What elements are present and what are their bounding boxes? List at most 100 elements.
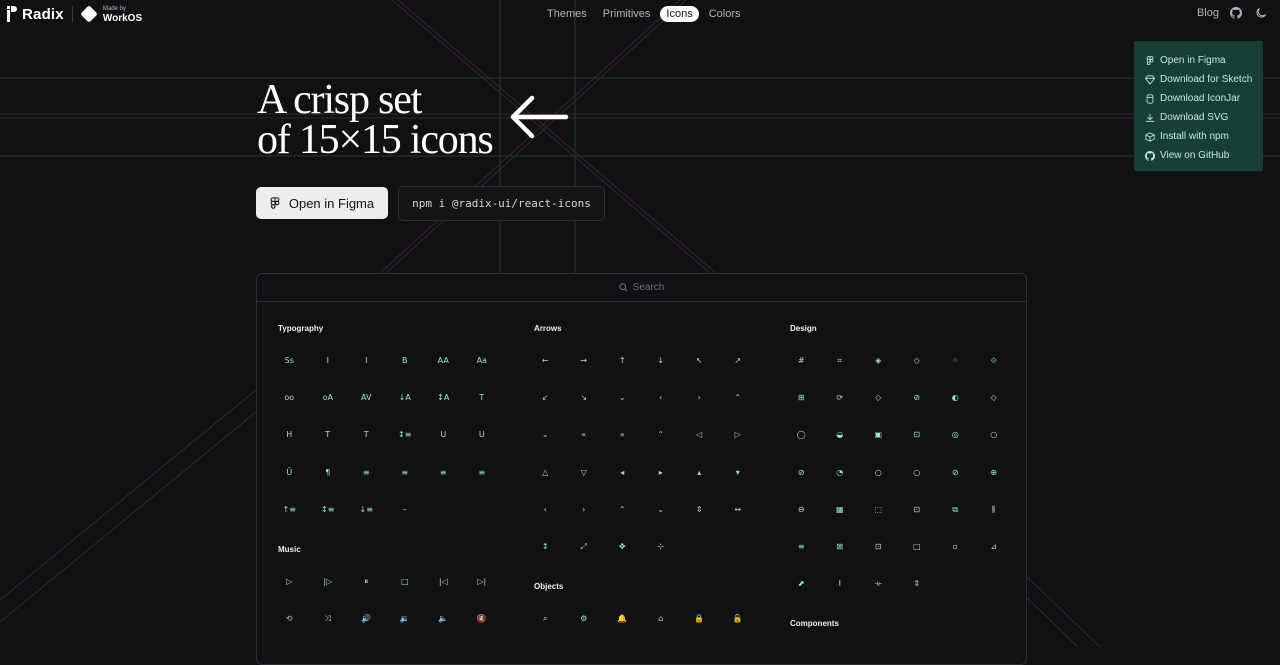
design-icon-button[interactable]: ○ [975,417,1014,454]
arrows-icon-button[interactable]: ‹ [526,491,565,528]
design-icon-button[interactable]: ◇ [859,379,898,416]
typography-icon-button[interactable]: ↕≡ [386,417,425,454]
arrows-icon-button[interactable]: ⌃ [719,379,758,416]
design-icon-button[interactable]: ⊕ [975,454,1014,491]
arrows-icon-button[interactable]: ▴ [680,454,719,491]
design-icon-button[interactable]: ⬈ [782,566,821,603]
arrows-icon-button[interactable]: ↔ [719,491,758,528]
design-icon-button[interactable]: # [782,342,821,379]
typography-icon-button[interactable]: B [386,342,425,379]
typography-icon-button[interactable]: H [270,417,309,454]
design-icon-button[interactable]: ⊡ [898,491,937,528]
arrows-icon-button[interactable]: ↑ [603,342,642,379]
arrows-icon-button[interactable]: △ [526,454,565,491]
design-icon-button[interactable]: ▦ [821,491,860,528]
design-icon-button[interactable]: ⊠ [821,528,860,565]
arrows-icon-button[interactable]: ⌄ [526,417,565,454]
typography-icon-button[interactable]: ¶ [309,454,348,491]
typography-icon-button[interactable]: ↓≡ [347,491,386,528]
design-icon-button[interactable]: ⫼ [975,491,1014,528]
design-icon-button[interactable]: ⊘ [936,454,975,491]
music-icon-button[interactable]: 🔊 [347,600,386,637]
arrows-icon-button[interactable]: ▸ [642,454,681,491]
design-icon-button[interactable]: ⊿ [975,528,1014,565]
music-icon-button[interactable]: ▷ [270,563,309,600]
nav-colors[interactable]: Colors [703,6,747,22]
objects-icon-button[interactable]: ⌂ [642,600,681,637]
music-icon-button[interactable]: |▷ [309,563,348,600]
design-icon-button[interactable]: ○ [859,454,898,491]
typography-icon-button[interactable]: AV [347,379,386,416]
music-icon-button[interactable]: ⏸ [347,563,386,600]
arrows-icon-button[interactable]: ▾ [719,454,758,491]
typography-icon-button[interactable]: oA [309,379,348,416]
music-icon-button[interactable]: □ [386,563,425,600]
design-icon-button[interactable]: ⟳ [821,379,860,416]
design-icon-button[interactable]: ◇ [898,342,937,379]
design-icon-button[interactable]: ⊡ [859,528,898,565]
typography-icon-button[interactable]: I [309,342,348,379]
arrows-icon-button[interactable]: ⇕ [680,491,719,528]
design-icon-button[interactable]: ⇕ [898,566,937,603]
design-icon-button[interactable]: ⌗ [821,342,860,379]
music-icon-button[interactable]: 🔉 [386,600,425,637]
typography-icon-button[interactable]: ↕A [424,379,463,416]
arrows-icon-button[interactable]: ⌄ [603,379,642,416]
design-icon-button[interactable]: ▫ [936,528,975,565]
design-icon-button[interactable]: ○ [898,454,937,491]
arrows-icon-button[interactable]: ▷ [719,417,758,454]
objects-icon-button[interactable]: ⌕ [526,600,565,637]
radix-logo-link[interactable]: Radix Made by WorkOS [7,5,142,24]
music-icon-button[interactable]: 🔈 [424,600,463,637]
arrows-icon-button[interactable]: ↖ [680,342,719,379]
search-bar[interactable]: Search [257,274,1026,302]
nav-icons[interactable]: Icons [660,6,699,22]
typography-icon-button[interactable]: AA [424,342,463,379]
design-icon-button[interactable]: ◇ [975,379,1014,416]
arrows-icon-button[interactable]: ↓ [642,342,681,379]
arrows-icon-button[interactable]: ◁ [680,417,719,454]
objects-icon-button[interactable]: 🔓 [719,600,758,637]
typography-icon-button[interactable]: U [463,417,502,454]
arrows-icon-button[interactable]: ↕ [526,528,565,565]
design-icon-button[interactable]: □ [898,528,937,565]
typography-icon-button[interactable]: T [463,379,502,416]
menu-item-download-iconjar[interactable]: Download IconJar [1134,89,1263,108]
arrows-icon-button[interactable]: ⌃ [603,491,642,528]
design-icon-button[interactable]: ⬚ [859,491,898,528]
typography-icon-button[interactable]: Aa [463,342,502,379]
arrows-icon-button[interactable]: ▽ [565,454,604,491]
music-icon-button[interactable]: ▷| [463,563,502,600]
objects-icon-button[interactable]: 🔒 [680,600,719,637]
menu-item-download-svg[interactable]: Download SVG [1134,108,1263,127]
arrows-icon-button[interactable]: ↗ [719,342,758,379]
design-icon-button[interactable]: ⁘ [936,342,975,379]
design-icon-button[interactable]: I [821,566,860,603]
arrows-icon-button[interactable]: ⤢ [565,528,604,565]
typography-icon-button[interactable]: ≡ [463,454,502,491]
music-icon-button[interactable]: ⟲ [270,600,309,637]
typography-icon-button[interactable]: T [347,417,386,454]
design-icon-button[interactable]: ⟛ [859,566,898,603]
theme-toggle-icon[interactable] [1255,7,1267,19]
menu-item-view-github[interactable]: View on GitHub [1134,146,1263,165]
arrows-icon-button[interactable]: ⌃ [642,417,681,454]
open-in-figma-button[interactable]: Open in Figma [256,187,388,219]
menu-item-open-in-figma[interactable]: Open in Figma [1134,51,1263,70]
arrows-icon-button[interactable]: › [565,491,604,528]
nav-primitives[interactable]: Primitives [597,6,657,22]
design-icon-button[interactable]: ◒ [821,417,860,454]
arrows-icon-button[interactable]: ‹ [642,379,681,416]
typography-icon-button[interactable]: ≡ [347,454,386,491]
design-icon-button[interactable]: ◐ [936,379,975,416]
menu-item-download-sketch[interactable]: Download for Sketch [1134,70,1263,89]
design-icon-button[interactable]: ▣ [859,417,898,454]
arrows-icon-button[interactable]: ↘ [565,379,604,416]
arrows-icon-button[interactable]: → [565,342,604,379]
typography-icon-button[interactable]: – [386,491,425,528]
design-icon-button[interactable]: ⊡ [898,417,937,454]
music-icon-button[interactable]: 🔇 [463,600,502,637]
design-icon-button[interactable]: ⊞ [782,379,821,416]
workos-logo[interactable]: Made by WorkOS [103,5,142,24]
arrows-icon-button[interactable]: ✥ [603,528,642,565]
